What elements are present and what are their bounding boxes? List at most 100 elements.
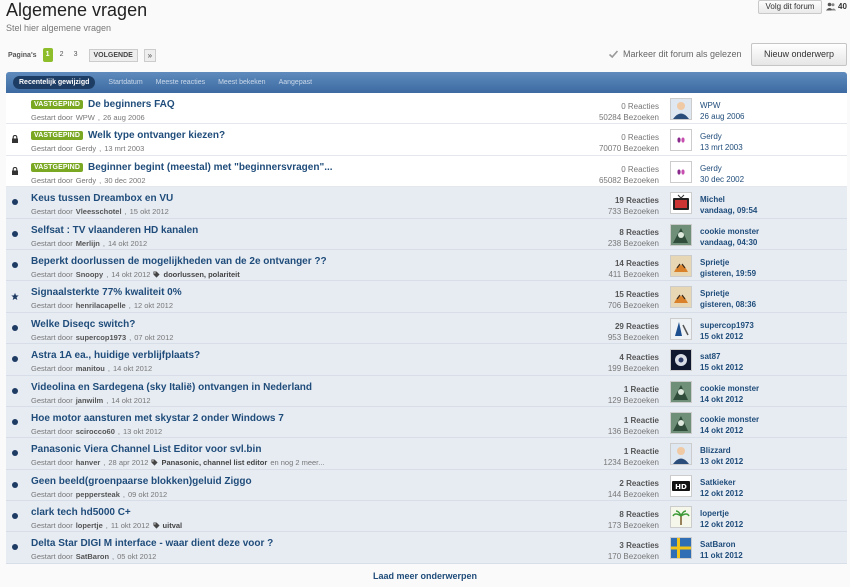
topic-title-link[interactable]: Keus tussen Dreambox en VU	[31, 193, 173, 204]
last-poster-link[interactable]: cookie monster	[700, 226, 759, 237]
last-poster-link[interactable]: cookie monster	[700, 414, 759, 425]
last-poster-link[interactable]: supercop1973	[700, 320, 754, 331]
view-count: 411 Bezoeken	[608, 269, 659, 279]
sort-tab-meest-bekeken[interactable]: Meest bekeken	[218, 79, 265, 86]
sort-tab-meeste-reacties[interactable]: Meeste reacties	[156, 79, 205, 86]
topic-author-link[interactable]: manitou	[76, 364, 105, 373]
topic-title-link[interactable]: Geen beeld(groenpaarse blokken)geluid Zi…	[31, 476, 252, 487]
page-link-3[interactable]: 3	[71, 48, 81, 62]
topic-author-link[interactable]: Snoopy	[76, 270, 104, 279]
last-poster-avatar[interactable]	[670, 129, 692, 152]
last-poster-link[interactable]: cookie monster	[700, 383, 759, 394]
topic-author-link[interactable]: scirocco60	[76, 427, 115, 436]
last-poster-avatar[interactable]	[670, 317, 692, 340]
last-poster-avatar[interactable]	[670, 443, 692, 466]
last-post-date-link[interactable]: vandaag, 09:54	[700, 205, 757, 216]
new-topic-button[interactable]: Nieuw onderwerp	[751, 43, 847, 66]
last-post-date-link[interactable]: 15 okt 2012	[700, 362, 743, 373]
last-poster-avatar[interactable]	[670, 160, 692, 183]
topic-title-link[interactable]: clark tech hd5000 C+	[31, 507, 131, 518]
last-poster-avatar[interactable]	[670, 192, 692, 215]
topic-author-link[interactable]: WPW	[76, 113, 95, 122]
mark-forum-read-link[interactable]: Markeer dit forum als gelezen	[609, 49, 742, 59]
sort-tab-startdatum[interactable]: Startdatum	[108, 79, 142, 86]
page-title: Algemene vragen	[6, 0, 148, 20]
topic-title-link[interactable]: Welke Diseqc switch?	[31, 319, 135, 330]
topic-author-link[interactable]: peppersteak	[76, 490, 120, 499]
last-post-date-link[interactable]: vandaag, 04:30	[700, 237, 759, 248]
load-more-link[interactable]: Laad meer onderwerpen	[0, 571, 850, 581]
last-poster-link[interactable]: Blizzard	[700, 445, 743, 456]
topic-author-link[interactable]: Merlijn	[76, 239, 100, 248]
topic-title-link[interactable]: Selfsat : TV vlaanderen HD kanalen	[31, 225, 198, 236]
topic-title-link[interactable]: Videolina en Sardegena (sky Italië) ontv…	[31, 382, 312, 393]
last-post-date-link[interactable]: 13 mrt 2003	[700, 142, 743, 153]
last-poster-link[interactable]: WPW	[700, 100, 745, 111]
topic-title-link[interactable]: Beginner begint (meestal) met "beginners…	[88, 162, 333, 173]
last-post-date-link[interactable]: gisteren, 19:59	[700, 268, 756, 279]
page-link-1[interactable]: 1	[42, 48, 53, 62]
last-poster-avatar[interactable]	[670, 223, 692, 246]
last-poster-link[interactable]: Sprietje	[700, 257, 756, 268]
last-poster-link[interactable]: Gerdy	[700, 163, 744, 174]
follow-forum-button[interactable]: Volg dit forum	[758, 0, 822, 14]
topic-title-link[interactable]: Welk type ontvanger kiezen?	[88, 130, 225, 141]
sort-tab-aangepast[interactable]: Aangepast	[279, 79, 312, 86]
topic-author-link[interactable]: Vleesschotel	[76, 207, 122, 216]
topic-title-link[interactable]: Delta Star DIGI M interface - waar dient…	[31, 538, 273, 549]
last-poster-link[interactable]: sat87	[700, 351, 743, 362]
topic-tags[interactable]: uitval	[163, 521, 183, 530]
topic-title-link[interactable]: De beginners FAQ	[88, 99, 175, 110]
last-page-button[interactable]: »	[143, 48, 156, 62]
topic-author-link[interactable]: Gerdy	[76, 144, 96, 153]
next-page-button[interactable]: VOLGENDE	[88, 48, 138, 62]
last-post-date-link[interactable]: 13 okt 2012	[700, 456, 743, 467]
last-poster-link[interactable]: Sprietje	[700, 288, 756, 299]
last-poster-link[interactable]: Gerdy	[700, 131, 743, 142]
last-poster-link[interactable]: Michel	[700, 194, 757, 205]
topic-title-link[interactable]: Hoe motor aansturen met skystar 2 onder …	[31, 413, 284, 424]
topic-title-link[interactable]: Astra 1A ea., huidige verblijfplaats?	[31, 350, 200, 361]
last-post-date-link[interactable]: 12 okt 2012	[700, 488, 743, 499]
topic-author-link[interactable]: henrilacapelle	[76, 301, 126, 310]
last-poster-link[interactable]: Satkieker	[700, 477, 743, 488]
topic-tags[interactable]: Panasonic, channel list editor	[161, 458, 267, 467]
topic-author-link[interactable]: supercop1973	[76, 333, 126, 342]
view-count: 733 Bezoeken	[607, 207, 659, 217]
last-post-date-link[interactable]: 14 okt 2012	[700, 394, 759, 405]
last-poster-avatar[interactable]	[670, 98, 692, 120]
topic-title-link[interactable]: Signaalsterkte 77% kwaliteit 0%	[31, 287, 182, 298]
last-poster-avatar[interactable]	[670, 380, 692, 403]
last-post-date-link[interactable]: gisteren, 08:36	[700, 299, 756, 310]
page-link-2[interactable]: 2	[57, 48, 67, 62]
topic-author-link[interactable]: SatBaron	[76, 552, 109, 561]
topic-author-link[interactable]: lopertje	[76, 521, 103, 530]
topic-tags[interactable]: doorlussen, polariteit	[163, 270, 239, 279]
last-post-date-link[interactable]: 12 okt 2012	[700, 519, 743, 530]
topic-title-link[interactable]: Beperkt doorlussen de mogelijkheden van …	[31, 256, 327, 267]
topic-author-link[interactable]: Gerdy	[76, 176, 96, 185]
topic-title-link[interactable]: Panasonic Viera Channel List Editor voor…	[31, 444, 261, 455]
last-poster-avatar[interactable]: HD	[670, 474, 692, 497]
last-post-date-link[interactable]: 26 aug 2006	[700, 111, 745, 122]
sort-tab-recentelijk-gewijzigd[interactable]: Recentelijk gewijzigd	[13, 76, 96, 89]
last-poster-link[interactable]: lopertje	[700, 508, 743, 519]
last-poster-avatar[interactable]	[670, 506, 692, 529]
last-poster-avatar[interactable]	[670, 411, 692, 434]
more-tags-link[interactable]: en nog 2 meer...	[270, 458, 324, 467]
topic-row: Delta Star DIGI M interface - waar dient…	[6, 532, 847, 564]
last-post-date-link[interactable]: 14 okt 2012	[700, 425, 759, 436]
last-post-date-link[interactable]: 15 okt 2012	[700, 331, 754, 342]
reply-count: 8 Reacties	[619, 510, 659, 520]
last-poster-avatar[interactable]	[670, 537, 692, 560]
last-post-date-link[interactable]: 11 okt 2012	[700, 550, 743, 561]
last-poster-avatar[interactable]	[670, 286, 692, 309]
last-poster-avatar[interactable]	[670, 254, 692, 277]
topic-author-link[interactable]: hanver	[76, 458, 101, 467]
last-post-date-link[interactable]: 30 dec 2002	[700, 174, 744, 185]
started-by-label: Gestart door	[31, 238, 73, 248]
followers-count[interactable]: 40	[826, 2, 847, 11]
last-poster-avatar[interactable]	[670, 349, 692, 372]
last-poster-link[interactable]: SatBaron	[700, 539, 743, 550]
topic-author-link[interactable]: janwilm	[76, 396, 104, 405]
